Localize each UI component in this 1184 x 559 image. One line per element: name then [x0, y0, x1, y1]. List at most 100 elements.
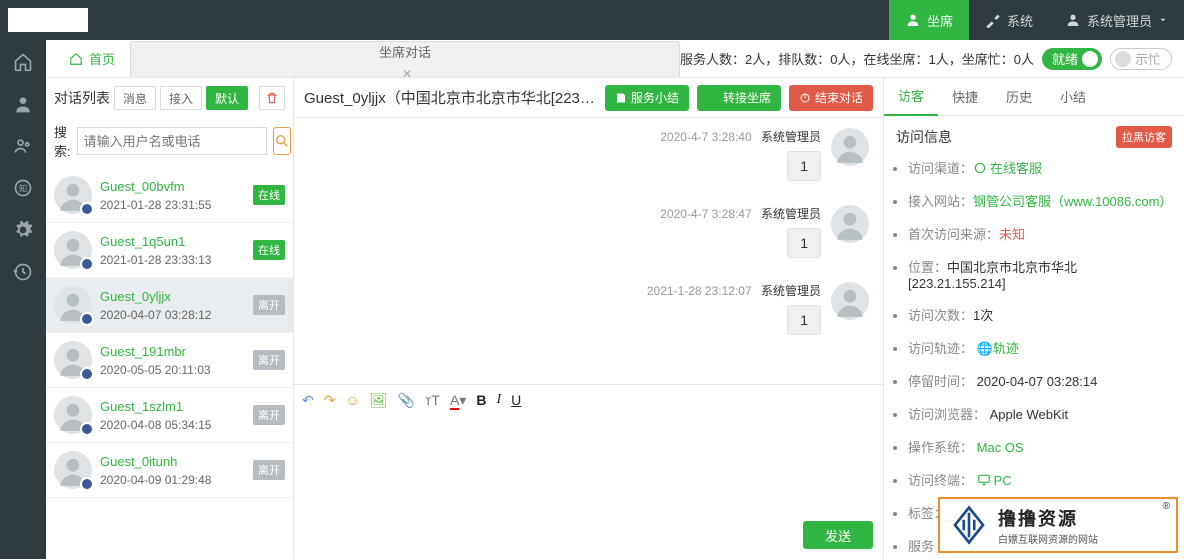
redo-icon[interactable]: ↷: [324, 392, 336, 409]
toggle-knob: [1115, 51, 1131, 67]
person-icon: [1065, 12, 1081, 28]
conversation-item[interactable]: Guest_00bvfm 2021-01-28 23:31:55 在线: [46, 168, 293, 223]
status-text: 服务人数：2人，排队数：0人，在线坐席：1人，坐席忙：0人: [680, 49, 1034, 68]
right-tabs: 访客 快捷 历史 小结: [884, 78, 1184, 116]
topbar-seat-button[interactable]: 坐席: [889, 0, 969, 40]
bold-icon[interactable]: B: [476, 392, 486, 408]
rtab-history[interactable]: 历史: [992, 78, 1046, 116]
main-area: 首页 坐席对话 ✕ 服务人数：2人，排队数：0人，在线坐席：1人，坐席忙：0人 …: [46, 40, 1184, 559]
workspace: 对话列表 消息 接入 默认 搜索: Guest_00bvfm 2021-01-28…: [46, 78, 1184, 559]
emoji-icon[interactable]: ☺: [345, 392, 359, 408]
conversation-time: 2021-01-28 23:31:55: [100, 198, 245, 212]
conversation-time: 2020-04-09 01:29:48: [100, 473, 245, 487]
nav-home-icon[interactable]: [13, 52, 33, 72]
conversation-list[interactable]: Guest_00bvfm 2021-01-28 23:31:55 在线 Guest…: [46, 168, 293, 559]
filter-join-button[interactable]: 接入: [160, 86, 202, 110]
tab-bar: 首页 坐席对话 ✕ 服务人数：2人，排队数：0人，在线坐席：1人，坐席忙：0人 …: [46, 40, 1184, 78]
undo-icon[interactable]: ↶: [302, 392, 314, 409]
conversation-item[interactable]: Guest_0itunh 2020-04-09 01:29:48 离开: [46, 443, 293, 498]
toggle-knob: [1082, 51, 1098, 67]
italic-icon[interactable]: I: [496, 392, 501, 408]
send-button[interactable]: 发送: [803, 521, 873, 549]
status-dot-icon: [80, 367, 94, 381]
topbar-system-button[interactable]: 系统: [969, 0, 1049, 40]
conversation-name: Guest_00bvfm: [100, 179, 245, 194]
conversation-item[interactable]: Guest_0yljjx 2020-04-07 03:28:12 离开: [46, 278, 293, 333]
conversation-item[interactable]: Guest_1szlm12020-04-08 05:34:15 离开: [46, 388, 293, 443]
toggle-busy[interactable]: 示忙: [1110, 48, 1172, 70]
info-visits: 访问次数：1次: [908, 305, 1174, 324]
avatar: [54, 286, 92, 324]
conversation-name: Guest_1q5un1: [100, 234, 245, 249]
avatar: [831, 282, 869, 320]
conversation-item[interactable]: Guest_1q5un12021-01-28 23:33:13 在线: [46, 223, 293, 278]
rtab-summary[interactable]: 小结: [1046, 78, 1100, 116]
message: 2020-4-7 3:28:47 系统管理员1: [308, 205, 869, 258]
editor-toolbar: ↶ ↷ ☺ 🖼 📎 тT A▾ B I U: [294, 385, 883, 415]
status-badge: 离开: [253, 405, 285, 425]
toggle-busy-label: 示忙: [1135, 49, 1161, 68]
status-badge: 离开: [253, 295, 285, 315]
conversation-name: Guest_0itunh: [100, 454, 245, 469]
convlist-title: 对话列表: [54, 88, 110, 108]
status-dot-icon: [80, 257, 94, 271]
image-icon[interactable]: 🖼: [370, 392, 388, 409]
conversation-item[interactable]: Guest_191mbr2020-05-05 20:11:03 离开: [46, 333, 293, 388]
tab-home[interactable]: 首页: [54, 41, 130, 77]
convlist-header: 对话列表 消息 接入 默认: [46, 78, 293, 118]
filter-default-button[interactable]: 默认: [206, 86, 248, 110]
avatar: [54, 176, 92, 214]
chat-panel: Guest_0yljjx（中国北京市北京市华北[223.21.155. 服务小结…: [294, 78, 884, 559]
toggle-ready[interactable]: 就绪: [1042, 48, 1102, 70]
attach-icon[interactable]: 📎: [398, 392, 415, 409]
filter-message-button[interactable]: 消息: [114, 86, 156, 110]
blacklist-button[interactable]: 拉黑访客: [1116, 126, 1172, 148]
service-summary-button[interactable]: 服务小结: [605, 85, 689, 111]
transfer-seat-button[interactable]: 转接坐席: [697, 85, 781, 111]
chat-icon: [973, 161, 987, 175]
topbar-admin-button[interactable]: 系统管理员: [1049, 0, 1184, 40]
transfer-icon: [707, 92, 719, 104]
monitor-icon: [977, 473, 991, 487]
toggle-ready-label: 就绪: [1052, 49, 1078, 68]
avatar: [54, 341, 92, 379]
watermark-subtitle: 白嫖互联网资源的网站: [998, 531, 1098, 546]
watermark-title: 撸撸资源: [998, 505, 1098, 531]
watermark-logo-icon: [948, 504, 990, 546]
message-area[interactable]: 2020-4-7 3:28:40 系统管理员12020-4-7 3:28:47 …: [294, 118, 883, 384]
nav-settings-icon[interactable]: [13, 220, 33, 240]
watermark-r: ®: [1163, 501, 1170, 512]
info-stay: 停留时间： 2020-04-07 03:28:14: [908, 371, 1174, 390]
end-chat-button[interactable]: 结束对话: [789, 85, 873, 111]
underline-icon[interactable]: U: [511, 392, 521, 408]
conversation-time: 2020-04-07 03:28:12: [100, 308, 245, 322]
tab-chat[interactable]: 坐席对话 ✕: [130, 41, 680, 77]
visitor-info-title: 访问信息: [896, 127, 952, 147]
rtab-quick[interactable]: 快捷: [938, 78, 992, 116]
nav-knowledge-icon[interactable]: 知: [13, 178, 33, 198]
delete-button[interactable]: [259, 86, 285, 110]
status-badge: 离开: [253, 460, 285, 480]
visitor-info-panel: 访客 快捷 历史 小结 访问信息 拉黑访客 访问渠道：在线客服 接入网站：钢管公…: [884, 78, 1184, 559]
status-badge: 在线: [253, 240, 285, 260]
conversation-list-panel: 对话列表 消息 接入 默认 搜索: Guest_00bvfm 2021-01-28…: [46, 78, 294, 559]
editor-input[interactable]: [294, 415, 883, 515]
nav-user-icon[interactable]: [13, 94, 33, 114]
left-nav-rail: 知: [0, 40, 46, 559]
font-color-icon[interactable]: A▾: [450, 392, 466, 409]
search-button[interactable]: [273, 127, 291, 155]
avatar: [54, 396, 92, 434]
nav-history-icon[interactable]: [13, 262, 33, 282]
tab-home-label: 首页: [89, 49, 115, 68]
search-input[interactable]: [77, 127, 267, 155]
status-badge: 在线: [253, 185, 285, 205]
message-bubble: 1: [787, 228, 821, 258]
conversation-name: Guest_0yljjx: [100, 289, 245, 304]
search-row: 搜索:: [46, 118, 293, 168]
nav-people-icon[interactable]: [13, 136, 33, 156]
topbar-admin-label: 系统管理员: [1087, 11, 1152, 30]
avatar: [54, 231, 92, 269]
font-size-icon[interactable]: тT: [425, 392, 440, 408]
rtab-visitor[interactable]: 访客: [884, 78, 938, 116]
message: 2021-1-28 23:12:07 系统管理员1: [308, 282, 869, 335]
